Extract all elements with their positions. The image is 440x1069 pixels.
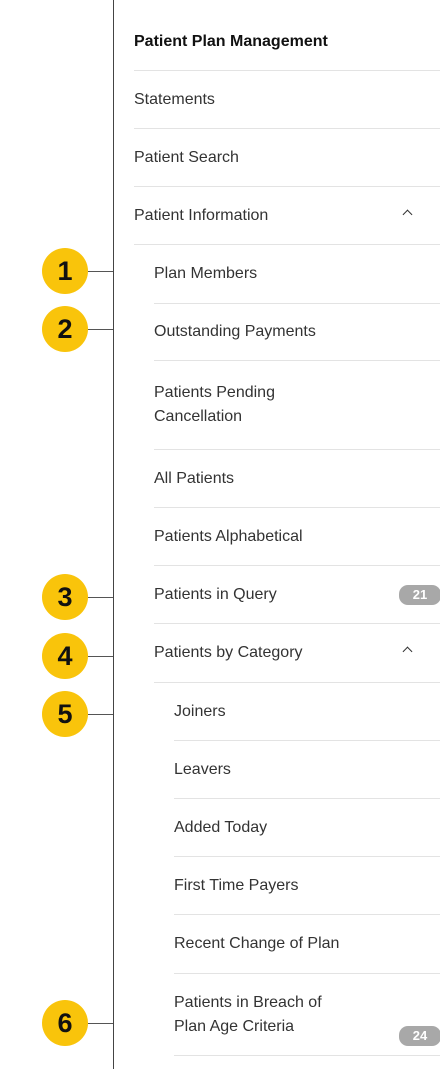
nav-item-label: Patients in Query — [154, 585, 277, 603]
nav-item-first-time-payers[interactable]: First Time Payers — [174, 857, 440, 915]
nav-item-patients-in-query[interactable]: Patients in Query 21 — [154, 566, 440, 624]
nav-title: Patient Plan Management — [134, 14, 440, 71]
nav-title-label: Patient Plan Management — [134, 33, 328, 50]
nav-item-label: Added Today — [174, 818, 268, 836]
nav-item-plan-members[interactable]: Plan Members — [154, 245, 440, 304]
nav-item-patients-alphabetical[interactable]: Patients Alphabetical — [154, 508, 440, 566]
nav-item-label: Plan Members — [154, 265, 258, 282]
count-badge: 21 — [399, 584, 440, 605]
nav-item-label: Patient Search — [134, 148, 239, 166]
nav-item-label: Recent Change of Plan — [174, 935, 340, 952]
nav-item-label: Patient Information — [134, 206, 269, 224]
nav-item-patients-by-category[interactable]: Patients by Category — [154, 624, 440, 683]
nav-item-added-today[interactable]: Added Today — [174, 799, 440, 857]
nav-item-patient-information[interactable]: Patient Information — [134, 187, 440, 245]
nav-item-leavers[interactable]: Leavers — [174, 741, 440, 799]
nav-item-label: First Time Payers — [174, 876, 299, 894]
nav-item-label-line: Cancellation — [154, 408, 243, 425]
sidebar-nav: Patient Plan Management Statements Patie… — [113, 0, 440, 1069]
nav-item-label: Leavers — [174, 760, 231, 778]
count-badge: 24 — [399, 1026, 440, 1046]
nav-item-statements[interactable]: Statements — [134, 71, 440, 129]
nav-item-label: Patients by Category — [154, 644, 303, 661]
nav-item-label-line: Patients Pending — [154, 384, 275, 401]
callout-marker-1: 1 — [42, 248, 88, 294]
nav-item-label: All Patients — [154, 469, 235, 487]
nav-item-label: Patients Pending Cancellation — [154, 381, 440, 429]
nav-item-label: Outstanding Payments — [154, 323, 316, 340]
nav-item-recent-change-of-plan[interactable]: Recent Change of Plan — [174, 915, 440, 974]
callout-marker-5: 5 — [42, 691, 88, 737]
callout-marker-3: 3 — [42, 574, 88, 620]
nav-item-label: Joiners — [174, 702, 226, 720]
nav-item-outstanding-payments[interactable]: Outstanding Payments — [154, 304, 440, 361]
nav-item-label: Patients Alphabetical — [154, 527, 303, 545]
nav-item-joiners[interactable]: Joiners — [174, 683, 440, 741]
nav-item-patients-pending-cancellation[interactable]: Patients Pending Cancellation — [154, 361, 440, 450]
callout-marker-2: 2 — [42, 306, 88, 352]
nav-item-label-line: Patients in Breach of — [174, 993, 322, 1011]
callout-marker-6: 6 — [42, 1000, 88, 1046]
nav-item-label: Statements — [134, 90, 215, 108]
nav-item-patients-in-breach[interactable]: Patients in Breach of Plan Age Criteria … — [174, 974, 440, 1056]
callout-marker-4: 4 — [42, 633, 88, 679]
nav-item-patient-search[interactable]: Patient Search — [134, 129, 440, 187]
nav-item-all-patients[interactable]: All Patients — [154, 450, 440, 508]
